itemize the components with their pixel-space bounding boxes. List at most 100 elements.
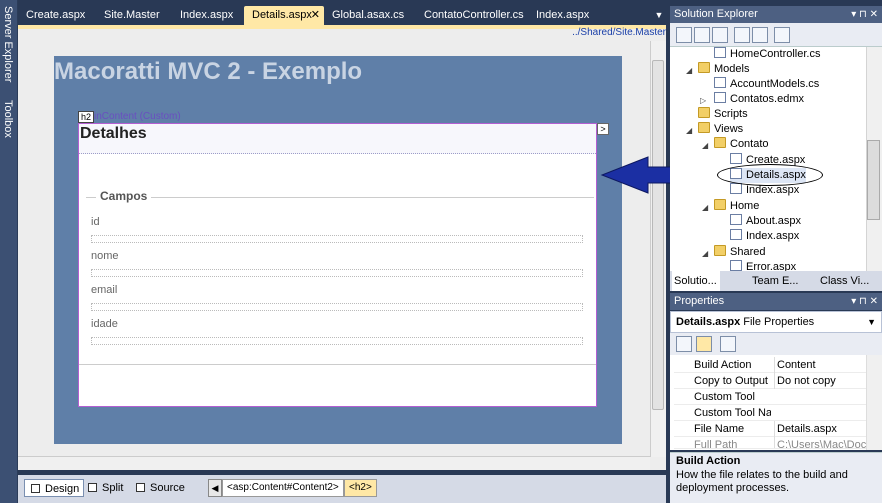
- field-label-id: id: [91, 216, 100, 228]
- pane-buttons[interactable]: ▾ ⊓ ✕: [851, 6, 878, 23]
- alphabetical-icon[interactable]: [696, 336, 712, 352]
- tree-item[interactable]: Contato: [714, 137, 769, 152]
- designer-scroll-thumb[interactable]: [652, 60, 664, 410]
- highlight-ellipse: [717, 164, 823, 186]
- tree-item[interactable]: Index.aspx: [730, 229, 799, 244]
- breadcrumb-back-icon[interactable]: ◀: [208, 479, 222, 497]
- page-heading[interactable]: Detalhes: [80, 125, 147, 143]
- class-diagram-icon[interactable]: [774, 27, 790, 43]
- left-tool-strip: Server Explorer Toolbox: [0, 0, 18, 503]
- tree-item[interactable]: HomeController.cs: [714, 47, 820, 62]
- property-row[interactable]: Full Path C:\Users\Mac\Docu: [674, 437, 866, 449]
- tree-item[interactable]: About.aspx: [730, 214, 801, 229]
- property-pages-icon[interactable]: [720, 336, 736, 352]
- tree-item[interactable]: Contatos.edmx: [714, 92, 804, 107]
- tree-item[interactable]: Shared: [714, 245, 765, 260]
- content-tag-label: inContent (Custom): [94, 111, 181, 122]
- tab-solution-explorer[interactable]: Solutio...: [672, 271, 720, 291]
- show-all-files-icon[interactable]: [694, 27, 710, 43]
- design-view-button[interactable]: Design: [24, 479, 85, 497]
- file-icon: [714, 77, 726, 88]
- file-icon: [730, 214, 742, 225]
- collapse-icon[interactable]: ◢: [686, 66, 692, 75]
- chevron-down-icon: ▼: [867, 317, 876, 327]
- toolbox-tab[interactable]: Toolbox: [2, 100, 14, 138]
- field-label-nome: nome: [91, 250, 119, 262]
- expand-icon[interactable]: ▷: [700, 96, 706, 105]
- tab-team-explorer[interactable]: Team E...: [750, 271, 810, 291]
- file-icon: [730, 183, 742, 194]
- tree-item[interactable]: Scripts: [698, 107, 748, 122]
- source-view-button[interactable]: Source: [130, 479, 189, 497]
- properties-header: Properties ▾ ⊓ ✕: [670, 293, 882, 310]
- property-row[interactable]: File Name Details.aspx: [674, 421, 866, 437]
- properties-icon[interactable]: [676, 27, 692, 43]
- property-row[interactable]: Build Action Content: [674, 357, 866, 373]
- source-label: Source: [150, 482, 185, 494]
- folder-icon: [698, 107, 710, 118]
- folder-icon: [714, 137, 726, 148]
- tree-item[interactable]: Views: [698, 122, 743, 137]
- smart-tag-arrow-icon[interactable]: >: [597, 123, 609, 135]
- field-value-idade[interactable]: [91, 337, 583, 345]
- fieldset-legend: Campos: [96, 189, 152, 203]
- document-tab-bar: Create.aspx Site.Master Index.aspx Detai…: [18, 6, 666, 25]
- tree-item[interactable]: Error.aspx: [730, 260, 796, 271]
- file-icon: [714, 92, 726, 103]
- tab-index-aspx[interactable]: Index.aspx: [172, 6, 244, 25]
- categorized-icon[interactable]: [676, 336, 692, 352]
- master-page-path[interactable]: ../Shared/Site.Master: [570, 27, 666, 41]
- collapse-icon[interactable]: ◢: [702, 249, 708, 258]
- solution-explorer-title: Solution Explorer: [674, 8, 758, 20]
- tab-label: Details.aspx: [252, 9, 312, 21]
- design-icon: [31, 484, 40, 493]
- breadcrumb-content2[interactable]: <asp:Content#Content2>: [222, 479, 344, 497]
- file-icon: [714, 47, 726, 58]
- breadcrumb-h2[interactable]: <h2>: [344, 479, 377, 497]
- field-value-id[interactable]: [91, 235, 583, 243]
- collapse-icon[interactable]: ◢: [686, 126, 692, 135]
- view-code-icon[interactable]: [734, 27, 750, 43]
- tab-site-master[interactable]: Site.Master: [96, 6, 172, 25]
- tab-list-dropdown-icon[interactable]: ▼: [652, 6, 666, 25]
- tab-details-aspx[interactable]: Details.aspx ✕: [244, 6, 324, 25]
- properties-object-selector[interactable]: Details.aspx File Properties ▼: [670, 311, 882, 333]
- folder-icon: [698, 62, 710, 73]
- pane-buttons[interactable]: ▾ ⊓ ✕: [851, 293, 878, 310]
- split-icon: [88, 483, 97, 492]
- refresh-icon[interactable]: [712, 27, 728, 43]
- tab-index-aspx-2[interactable]: Index.aspx: [528, 6, 598, 25]
- collapse-icon[interactable]: ◢: [702, 141, 708, 150]
- design-label: Design: [45, 483, 80, 495]
- property-description-title: Build Action: [676, 455, 741, 467]
- file-icon: [730, 229, 742, 240]
- source-icon: [136, 483, 145, 492]
- solution-explorer-scroll-thumb[interactable]: [867, 140, 880, 220]
- property-row[interactable]: Copy to Output D Do not copy: [674, 373, 866, 389]
- properties-title: Properties: [674, 295, 725, 307]
- tab-global-asax[interactable]: Global.asax.cs: [324, 6, 416, 25]
- tab-create-aspx[interactable]: Create.aspx: [18, 6, 96, 25]
- tree-item[interactable]: Home: [714, 199, 759, 214]
- tab-contato-controller[interactable]: ContatoController.cs: [416, 6, 528, 25]
- collapse-icon[interactable]: ◢: [702, 203, 708, 212]
- heading-block[interactable]: [79, 124, 596, 154]
- close-icon[interactable]: ✕: [311, 6, 320, 25]
- view-designer-icon[interactable]: [752, 27, 768, 43]
- folder-icon: [714, 245, 726, 256]
- file-icon: [730, 153, 742, 164]
- property-row[interactable]: Custom Tool Nam: [674, 405, 866, 421]
- server-explorer-tab[interactable]: Server Explorer: [2, 6, 14, 82]
- h2-tag-label: h2: [78, 111, 95, 123]
- field-label-idade: idade: [91, 318, 118, 330]
- properties-scrollbar[interactable]: [866, 355, 882, 450]
- property-row[interactable]: Custom Tool: [674, 389, 866, 405]
- tree-item[interactable]: AccountModels.cs: [714, 77, 819, 92]
- tree-item[interactable]: Models: [698, 62, 749, 77]
- field-value-nome[interactable]: [91, 269, 583, 277]
- divider: [79, 364, 596, 365]
- field-value-email[interactable]: [91, 303, 583, 311]
- split-view-button[interactable]: Split: [82, 479, 127, 497]
- designer-horizontal-scrollbar[interactable]: [18, 456, 650, 470]
- tab-class-view[interactable]: Class Vi...: [818, 271, 880, 291]
